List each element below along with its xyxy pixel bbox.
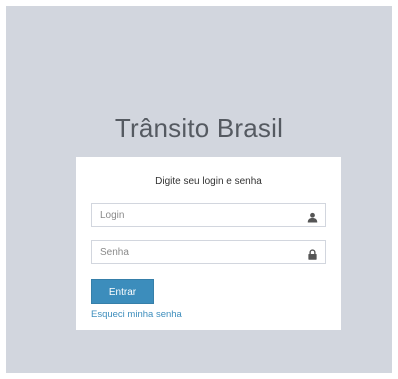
app-title: Trânsito Brasil <box>114 113 284 143</box>
login-field[interactable] <box>91 203 326 227</box>
entrar-button[interactable]: Entrar <box>91 279 154 304</box>
login-input[interactable] <box>92 204 325 226</box>
password-field[interactable] <box>91 240 326 264</box>
login-box: Digite seu login e senha Entrar Esqueci … <box>76 157 341 330</box>
forgot-password-link[interactable]: Esqueci minha senha <box>91 309 182 320</box>
login-page-background: Trânsito Brasil Digite seu login e senha… <box>6 6 392 373</box>
user-icon <box>307 210 318 223</box>
password-input[interactable] <box>92 241 325 263</box>
login-box-message: Digite seu login e senha <box>155 176 262 187</box>
lock-icon <box>307 247 318 260</box>
